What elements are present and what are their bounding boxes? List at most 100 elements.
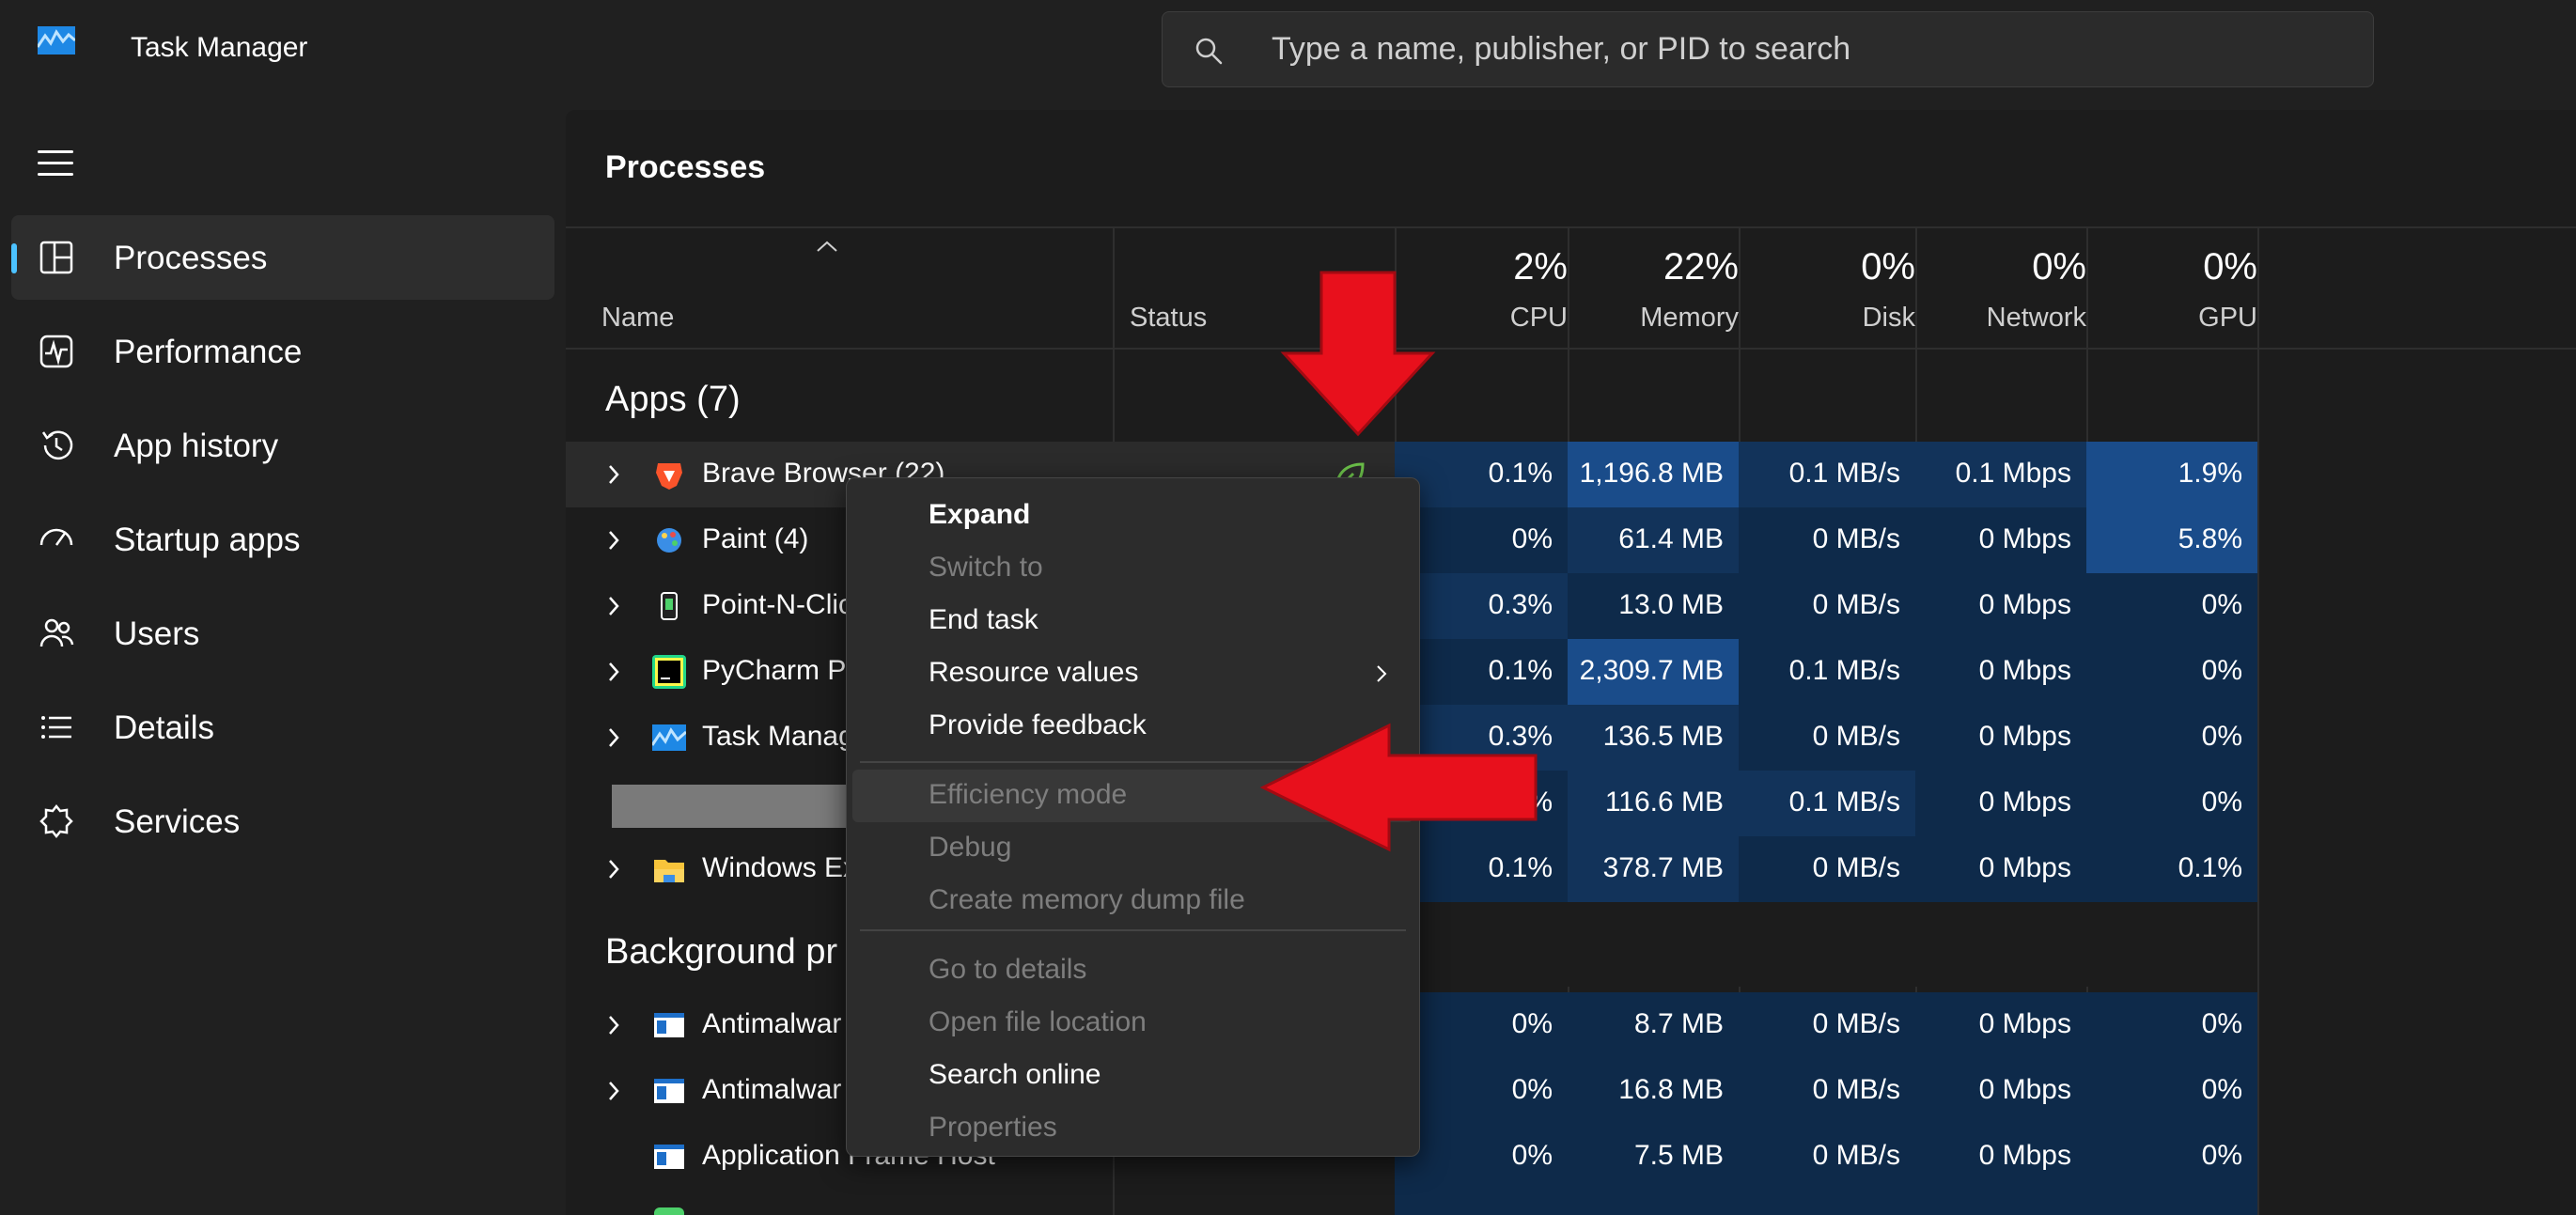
service-window-icon (654, 1145, 684, 1169)
background-group-header: Background pr (605, 932, 838, 972)
process-name: Point-N-Clic (702, 589, 853, 620)
network-cell: 0.1 Mbps (1915, 442, 2086, 507)
search-icon (1195, 38, 1223, 65)
sidebar-item-startup-apps[interactable]: Startup apps (11, 497, 554, 582)
network-cell: 0 Mbps (1915, 639, 2086, 705)
disk-cell: 0 MB/s (1739, 836, 1915, 902)
sidebar-item-label: Services (114, 803, 241, 840)
network-cell: 0 Mbps (1915, 992, 2086, 1058)
memory-cell: 378.7 MB (1568, 836, 1739, 902)
disk-cell: 0.1 MB/s (1739, 771, 1915, 836)
users-icon (39, 618, 74, 647)
chevron-right-icon[interactable] (607, 463, 620, 486)
sidebar-item-label: Startup apps (114, 522, 301, 558)
sidebar-item-users[interactable]: Users (11, 591, 554, 676)
sidebar-item-services[interactable]: Services (11, 779, 554, 864)
processes-icon (39, 241, 73, 274)
column-header-status[interactable]: Status (1130, 303, 1207, 334)
paint-icon (657, 528, 681, 553)
menu-item-resource-values[interactable]: Resource values (847, 647, 1419, 700)
point-n-click-icon (661, 592, 678, 620)
annotation-arrow-down-icon (1280, 271, 1436, 437)
menu-item-expand[interactable]: Expand (847, 490, 1419, 542)
disk-cell: 0 MB/s (1739, 705, 1915, 771)
chevron-right-icon (1377, 665, 1387, 682)
chevron-right-icon[interactable] (607, 529, 620, 552)
column-header-gpu[interactable]: GPU (2198, 303, 2257, 334)
process-name: Antimalwar (702, 1008, 842, 1039)
cpu-cell: 0.1% (1395, 639, 1568, 705)
cpu-cell: 0% (1395, 1124, 1568, 1190)
column-header-cpu[interactable]: CPU (1510, 303, 1568, 334)
sidebar-item-app-history[interactable]: App history (11, 403, 554, 488)
column-header-network[interactable]: Network (1987, 303, 2086, 334)
cpu-cell (1395, 1190, 1568, 1215)
cpu-cell: 0.1% (1395, 442, 1568, 507)
menu-item-switch-to: Switch to (929, 552, 1043, 583)
annotation-arrow-left-icon (1259, 723, 1538, 852)
chevron-right-icon[interactable] (607, 858, 620, 880)
process-name: Task Manag (702, 721, 854, 752)
chevron-right-icon[interactable] (607, 1014, 620, 1036)
sort-ascending-icon[interactable] (816, 240, 838, 253)
gpu-cell: 0% (2086, 573, 2257, 639)
performance-icon (39, 335, 73, 368)
process-name: Antimalwar (702, 1074, 842, 1105)
divider (566, 348, 2576, 350)
network-cell: 0 Mbps (1915, 1058, 2086, 1124)
menu-item-end-task[interactable]: End task (847, 595, 1419, 647)
page-title: Processes (605, 149, 766, 185)
column-header-disk[interactable]: Disk (1863, 303, 1915, 334)
menu-item-go-to-details: Go to details (929, 954, 1087, 985)
disk-cell: 0.1 MB/s (1739, 639, 1915, 705)
gpu-cell: 0.1% (2086, 836, 2257, 902)
divider (566, 226, 2576, 228)
service-window-icon (654, 1013, 684, 1037)
table-row[interactable] (566, 1190, 2576, 1215)
chevron-right-icon[interactable] (607, 1080, 620, 1102)
hamburger-menu-icon[interactable] (38, 147, 75, 179)
memory-cell: 7.5 MB (1568, 1124, 1739, 1190)
search-box[interactable]: Type a name, publisher, or PID to search (1162, 11, 2374, 87)
sidebar-item-performance[interactable]: Performance (11, 309, 554, 394)
disk-cell (1739, 1190, 1915, 1215)
memory-cell: 136.5 MB (1568, 705, 1739, 771)
memory-cell: 1,196.8 MB (1568, 442, 1739, 507)
memory-cell: 8.7 MB (1568, 992, 1739, 1058)
title-bar: Task Manager Type a name, publisher, or … (0, 0, 2576, 101)
disk-cell: 0.1 MB/s (1739, 442, 1915, 507)
network-cell: 0 Mbps (1915, 1124, 2086, 1190)
memory-cell: 16.8 MB (1568, 1058, 1739, 1124)
disk-cell: 0 MB/s (1739, 507, 1915, 573)
redacted-name-block (612, 785, 862, 828)
services-icon (39, 803, 73, 839)
gpu-cell (2086, 1190, 2257, 1215)
cpu-total-percent: 2% (1513, 246, 1568, 288)
menu-item-label: Resource values (929, 657, 1139, 688)
search-input[interactable]: Type a name, publisher, or PID to search (1272, 31, 1850, 68)
menu-separator (860, 929, 1406, 931)
sidebar-item-label: Performance (114, 334, 303, 370)
service-window-icon (654, 1079, 684, 1103)
chevron-right-icon[interactable] (607, 726, 620, 749)
network-cell: 0 Mbps (1915, 573, 2086, 639)
sidebar-item-details[interactable]: Details (11, 685, 554, 770)
column-header-name[interactable]: Name (601, 303, 674, 334)
gpu-cell: 0% (2086, 771, 2257, 836)
task-manager-logo-icon (38, 26, 75, 55)
network-cell: 0 Mbps (1915, 836, 2086, 902)
disk-cell: 0 MB/s (1739, 1124, 1915, 1190)
chevron-right-icon[interactable] (607, 661, 620, 683)
chevron-right-icon[interactable] (607, 595, 620, 617)
sidebar-item-label: App history (114, 428, 279, 464)
menu-item-search-online[interactable]: Search online (847, 1050, 1419, 1102)
startup-apps-icon (39, 528, 73, 546)
column-header-memory[interactable]: Memory (1640, 303, 1739, 334)
sidebar-item-processes[interactable]: Processes (11, 215, 554, 300)
sidebar-item-label: Details (114, 709, 214, 746)
gpu-cell: 0% (2086, 705, 2257, 771)
memory-cell (1568, 1190, 1739, 1215)
network-cell: 0 Mbps (1915, 705, 2086, 771)
gpu-cell: 0% (2086, 1058, 2257, 1124)
menu-item-create-memory-dump: Create memory dump file (929, 884, 1245, 915)
